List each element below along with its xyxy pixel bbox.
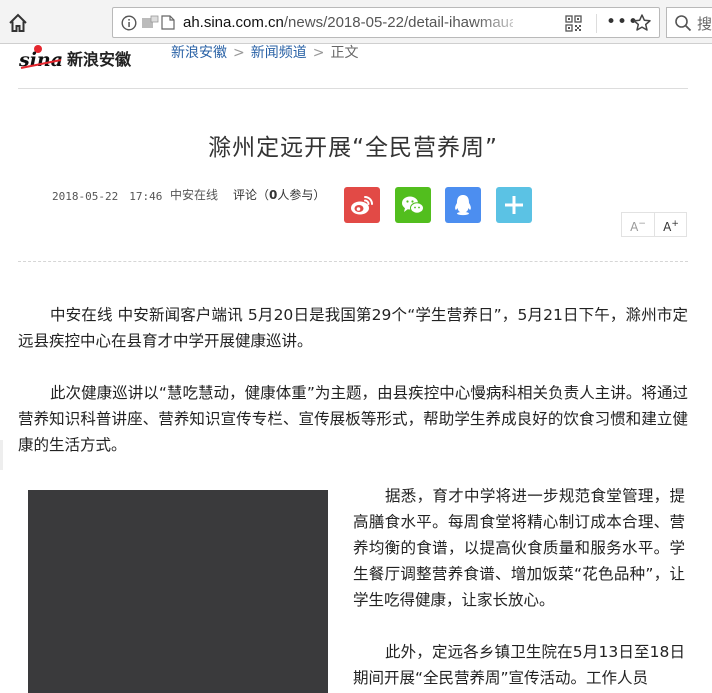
qr-code-icon[interactable] [565,15,582,32]
search-placeholder: 搜 [697,15,712,33]
home-icon[interactable] [6,11,30,35]
url-text[interactable]: ah.sina.com.cn/news/2018-05-22/detail-ih… [183,14,513,32]
breadcrumb-separator: > [233,45,245,61]
breadcrumb-separator: > [312,45,325,61]
side-scroll-tab[interactable] [0,440,3,470]
breadcrumb-item-home[interactable]: 新浪安徽 [171,45,227,61]
article-paragraph: 中安在线 中安新闻客户端讯 5月20日是我国第29个“学生营养日”，5月21日下… [18,306,688,350]
urlbar-separator [596,14,597,33]
weibo-icon [351,196,373,215]
meta-divider [18,261,688,262]
connection-icon[interactable] [161,14,175,31]
comment-link[interactable]: 评论（0人参与） [233,186,325,203]
browser-toolbar: ah.sina.com.cn/news/2018-05-22/detail-ih… [0,0,712,44]
qq-icon [455,195,471,216]
page-actions-icon[interactable]: ••• [606,14,638,32]
article-paragraph: 据悉，育才中学将进一步规范食堂管理，提高膳食水平。每周食堂将精心制订成本合理、营… [353,487,685,609]
plus-small-icon: + [671,219,679,229]
font-decrease-button[interactable]: A− [622,213,655,236]
comment-label: 评论（ [233,188,270,202]
address-bar[interactable]: ah.sina.com.cn/news/2018-05-22/detail-ih… [112,7,660,38]
article-paragraph: 此外，定远各乡镇卫生院在5月13日至18日期间开展“全民营养周”宣传活动。工作人… [353,643,685,687]
search-bar[interactable]: 搜 [666,7,712,38]
info-icon[interactable] [121,15,137,31]
header-divider [18,88,688,89]
share-qq-button[interactable] [445,187,481,223]
sina-logo[interactable]: sina 新浪安徽 [17,44,147,71]
font-size-controls: A− A+ [621,212,687,237]
publish-date: 2018-05-22 17:46 [52,190,163,203]
article-source[interactable]: 中安在线 [170,186,218,203]
url-fade [473,9,533,36]
url-host: ah.sina.com.cn [183,14,284,31]
logo-label: 新浪安徽 [67,50,132,69]
search-icon [674,14,692,32]
minus-icon: − [638,219,646,229]
font-increase-button[interactable]: A+ [655,213,687,236]
article-paragraph: 此次健康巡讲以“慧吃慧动，健康体重”为主题，由县疾控中心慢病科相关负责人主讲。将… [18,384,688,454]
share-weibo-button[interactable] [344,187,380,223]
wechat-icon [402,196,424,214]
breadcrumb: 新浪安徽 > 新闻频道 > 正文 [171,44,358,62]
breadcrumb-current: 正文 [330,45,359,61]
comment-suffix: 人参与） [277,188,326,202]
article-image [28,490,328,693]
bookmark-star-icon[interactable] [632,13,652,33]
permissions-icon[interactable] [141,15,159,31]
breadcrumb-item-news[interactable]: 新闻频道 [251,45,307,61]
share-more-button[interactable] [496,187,532,223]
article-title: 滁州定远开展“全民营养周” [208,135,498,161]
plus-icon [505,196,523,214]
share-wechat-button[interactable] [395,187,431,223]
